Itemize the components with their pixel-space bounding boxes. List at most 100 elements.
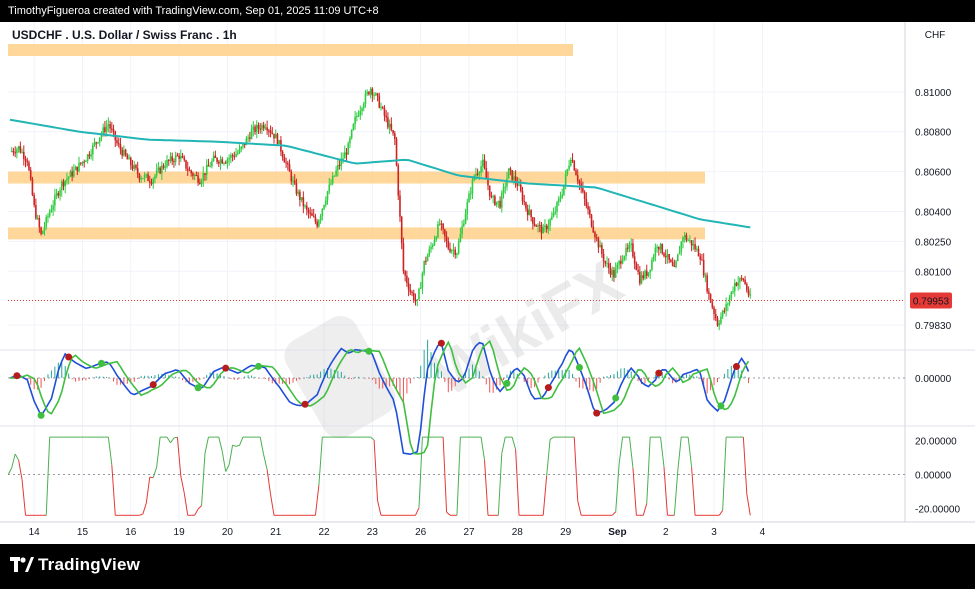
candle-body <box>255 125 258 133</box>
candle-body <box>216 157 218 162</box>
candle-body <box>371 88 374 96</box>
candle-body <box>714 313 717 319</box>
price-tick-label: 0.81000 <box>915 88 952 99</box>
candle-body <box>111 128 113 130</box>
candle-body <box>350 129 353 139</box>
candle-body <box>692 244 695 246</box>
candle-body <box>117 143 120 145</box>
chart-canvas[interactable]: WikiFXCHF0.810000.808000.806000.804000.8… <box>0 22 975 544</box>
candle-body <box>205 165 208 176</box>
candle-body <box>209 166 211 168</box>
candle-body <box>452 249 455 251</box>
time-tick-label: 16 <box>125 527 137 538</box>
candle-body <box>356 116 358 118</box>
candle-body <box>387 117 389 128</box>
candle-body <box>533 223 536 226</box>
oscillator-segment <box>170 437 175 444</box>
candle-body <box>200 180 203 185</box>
macd-cross-marker <box>194 384 202 392</box>
candle-body <box>702 260 705 276</box>
oscillator-segment <box>673 470 679 516</box>
candle-body <box>544 225 546 228</box>
candle-body <box>645 270 648 276</box>
candle-body <box>658 246 660 250</box>
candle-body <box>352 124 355 130</box>
macd-cross-marker <box>593 409 601 417</box>
candle-body <box>155 170 158 176</box>
candle-body <box>723 310 726 312</box>
candle-body <box>656 246 658 248</box>
chart-frame[interactable]: WikiFX CHF 0.81000 0.80800 0.80600 0.80400 0.8… <box>0 22 975 544</box>
candle-body <box>666 254 669 258</box>
oscillator-segment <box>228 444 234 465</box>
candle-body <box>559 197 562 199</box>
oscillator-segment <box>511 436 517 450</box>
candle-body <box>690 240 693 246</box>
candle-body <box>269 130 272 133</box>
candle-body <box>482 159 484 167</box>
candle-body <box>412 293 415 301</box>
time-tick-label: 19 <box>174 527 186 538</box>
candle-body <box>188 170 191 172</box>
candle-body <box>469 193 472 195</box>
candle-body <box>456 253 458 255</box>
candle-body <box>390 123 393 131</box>
candle-body <box>626 247 629 249</box>
candle-body <box>347 143 350 155</box>
candle-body <box>744 279 746 285</box>
candle-body <box>312 215 315 217</box>
candle-body <box>739 278 741 283</box>
candle-body <box>102 127 104 134</box>
candle-body <box>440 223 443 225</box>
candle-body <box>240 146 243 150</box>
candle-body <box>594 232 596 238</box>
candle-body <box>337 165 339 171</box>
candle-body <box>204 173 206 176</box>
candle-body <box>14 152 16 154</box>
candle-body <box>661 243 664 254</box>
time-tick-label: 20 <box>222 527 234 538</box>
candle-body <box>485 168 488 178</box>
candle-body <box>678 252 681 255</box>
candle-body <box>375 93 377 96</box>
candle-body <box>12 150 15 153</box>
candle-body <box>709 293 712 303</box>
candle-body <box>323 205 325 209</box>
candle-body <box>378 95 381 108</box>
candle-body <box>450 250 453 252</box>
candle-body <box>530 210 532 218</box>
candle-body <box>635 263 638 270</box>
candle-body <box>670 259 672 263</box>
oscillator-segment <box>145 477 151 504</box>
oscillator-segment <box>480 437 486 461</box>
oscillator-segment <box>235 444 240 447</box>
candle-body <box>399 195 401 217</box>
oscillator-segment <box>107 437 113 465</box>
candle-body <box>442 223 444 230</box>
candle-body <box>145 174 148 176</box>
candle-body <box>551 216 553 220</box>
candle-body <box>570 159 572 166</box>
candle-body <box>262 124 265 129</box>
candle-body <box>199 182 201 185</box>
candle-body <box>426 255 429 262</box>
candle-body <box>231 155 234 157</box>
candle-body <box>362 104 365 109</box>
candle-body <box>224 162 227 164</box>
candle-body <box>409 289 412 293</box>
candle-body <box>732 291 734 293</box>
candle-body <box>176 155 179 157</box>
candle-body <box>60 181 63 191</box>
current-price-label: 0.79953 <box>913 297 950 308</box>
candle-body <box>23 151 25 159</box>
candle-body <box>16 149 18 154</box>
oscillator-segment <box>111 464 116 516</box>
candle-body <box>542 227 545 234</box>
candle-body <box>197 175 199 183</box>
candle-body <box>314 216 317 222</box>
candle-body <box>588 209 591 215</box>
candle-body <box>507 168 510 179</box>
oscillator-segment <box>314 485 320 516</box>
candle-body <box>504 186 507 188</box>
candle-body <box>167 160 170 162</box>
